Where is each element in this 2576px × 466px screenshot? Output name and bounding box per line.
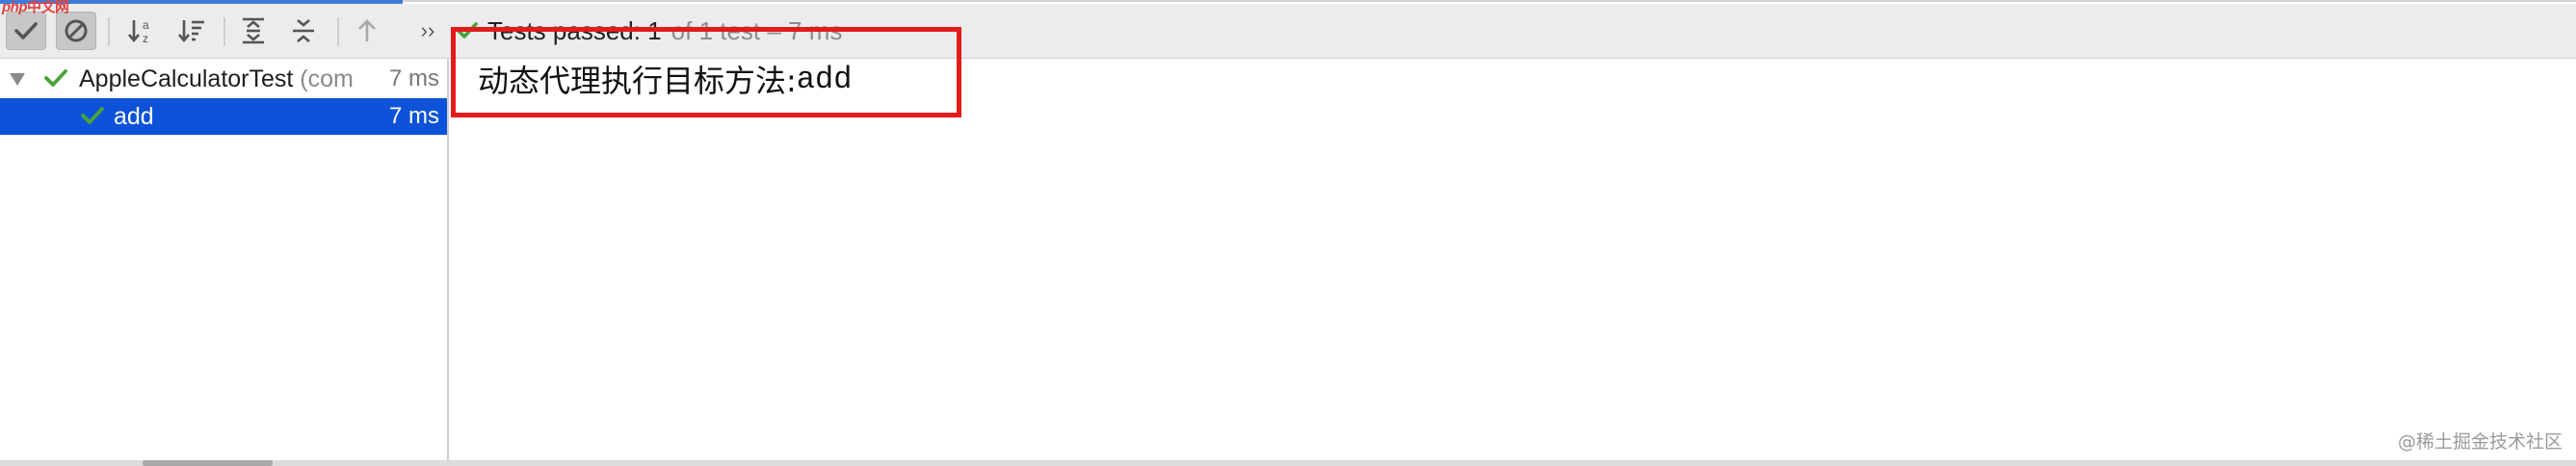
show-passed-button[interactable] — [6, 12, 46, 50]
previous-failed-button[interactable] — [347, 12, 387, 50]
collapse-all-button[interactable] — [283, 12, 324, 50]
output-label: 动态代理执行目标方法: — [478, 63, 797, 99]
status-sub-text: of 1 test – 7 ms — [670, 15, 843, 45]
svg-text:a: a — [143, 18, 149, 32]
panel-splitter[interactable] — [447, 59, 449, 462]
tree-node-label: AppleCalculatorTest (com — [79, 65, 354, 92]
tree-root-node[interactable]: AppleCalculatorTest (com 7 ms — [0, 61, 447, 97]
horizontal-scrollbar[interactable] — [0, 460, 2576, 466]
toolbar-separator — [337, 17, 339, 46]
tree-child-node[interactable]: add 7 ms — [0, 98, 447, 135]
toolbar-separator — [108, 17, 110, 46]
sort-by-duration-button[interactable] — [171, 12, 212, 50]
svg-text:z: z — [143, 32, 148, 45]
top-border — [403, 0, 2576, 2]
sort-duration-icon — [176, 16, 207, 45]
chevrons-right-icon: ›› — [420, 18, 435, 42]
sort-alpha-icon: a z — [126, 16, 157, 45]
collapse-all-icon — [289, 16, 318, 45]
console-output-line: 动态代理执行目标方法: add — [478, 60, 853, 100]
passed-check-icon — [457, 21, 478, 40]
expand-all-button[interactable] — [233, 12, 274, 50]
sort-alphabetically-button[interactable]: a z — [121, 12, 162, 50]
arrow-up-icon — [355, 17, 380, 44]
tree-node-duration: 7 ms — [384, 65, 439, 92]
passed-check-icon — [81, 105, 104, 133]
test-status: Tests passed: 1 of 1 test – 7 ms — [457, 4, 842, 58]
tree-node-label: add — [114, 102, 154, 130]
toolbar-separator — [223, 17, 225, 46]
test-toolbar: a z ›› — [0, 4, 2576, 59]
site-logo: php中文网 — [2, 0, 69, 15]
more-button[interactable]: ›› — [410, 12, 445, 50]
expand-arrow-icon[interactable] — [10, 72, 25, 86]
test-tree: AppleCalculatorTest (com 7 ms add 7 ms — [0, 59, 447, 462]
status-main-text: Tests passed: 1 — [487, 15, 662, 45]
cancel-icon — [64, 18, 89, 43]
test-runner-window: a z ›› Tests passed: 1 of 1 test – 7 ms … — [0, 0, 2576, 466]
expand-all-icon — [239, 16, 268, 45]
site-watermark: @稀土掘金技术社区 — [2397, 431, 2563, 453]
output-method: add — [796, 61, 853, 97]
scrollbar-thumb[interactable] — [143, 460, 273, 466]
check-icon — [13, 20, 39, 41]
tree-node-duration: 7 ms — [388, 103, 439, 129]
show-ignored-button[interactable] — [56, 12, 96, 50]
passed-check-icon — [44, 67, 67, 95]
